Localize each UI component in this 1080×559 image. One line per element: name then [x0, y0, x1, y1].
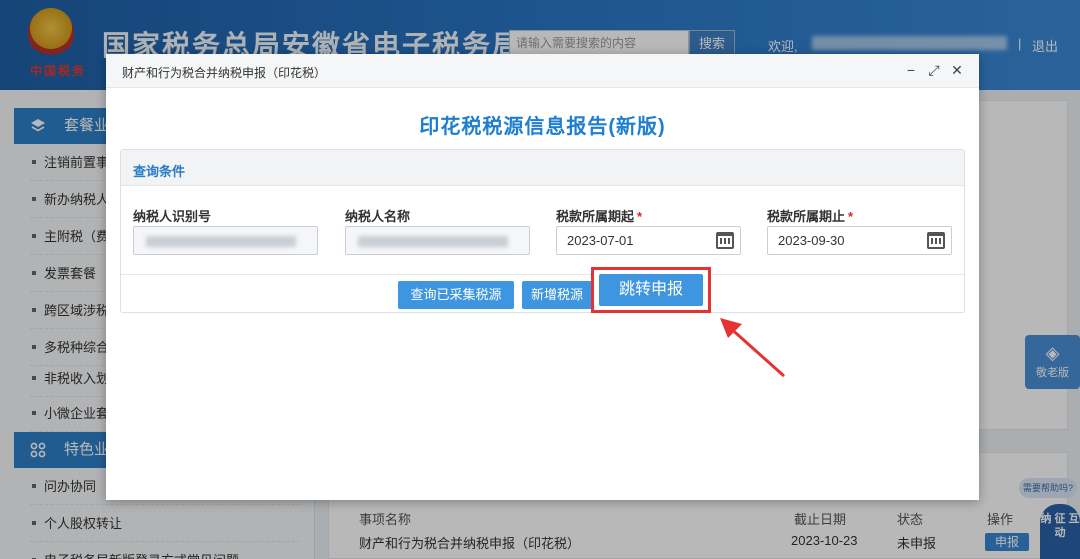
- period-end-value: 2023-09-30: [778, 233, 845, 248]
- query-section-label: 查询条件: [133, 164, 186, 179]
- period-start-date-field[interactable]: 2023-07-01: [556, 226, 741, 255]
- required-mark: *: [848, 209, 854, 224]
- jump-declare-button[interactable]: 跳转申报: [599, 274, 703, 306]
- minimize-icon[interactable]: −: [903, 62, 919, 78]
- taxpayer-id-field[interactable]: [133, 226, 318, 255]
- modal-title: 财产和行为税合并纳税申报（印花税）: [122, 66, 327, 80]
- close-icon[interactable]: ✕: [949, 62, 965, 78]
- add-tax-source-button[interactable]: 新增税源: [522, 281, 592, 309]
- taxpayer-id-label: 纳税人识别号: [133, 209, 212, 224]
- declaration-modal: 财产和行为税合并纳税申报（印花税） − ⤢ ✕ 印花税税源信息报告(新版) 查询…: [106, 54, 979, 500]
- query-collected-sources-button[interactable]: 查询已采集税源: [398, 281, 514, 309]
- required-mark: *: [637, 209, 643, 224]
- period-end-date-field[interactable]: 2023-09-30: [767, 226, 952, 255]
- redacted-value: [358, 236, 508, 247]
- period-start-label: 税款所属期起 *: [556, 209, 643, 224]
- taxpayer-name-label: 纳税人名称: [345, 209, 411, 224]
- period-start-value: 2023-07-01: [567, 233, 634, 248]
- divider: [121, 274, 964, 275]
- query-panel-header: 查询条件: [121, 150, 964, 186]
- calendar-icon[interactable]: [927, 232, 945, 249]
- redacted-value: [146, 236, 296, 247]
- query-panel: 查询条件 纳税人识别号 纳税人名称 税款所属期起 * 2023-07-01 税款所…: [120, 149, 965, 313]
- calendar-icon[interactable]: [716, 232, 734, 249]
- jump-declare-highlight: 跳转申报: [591, 267, 711, 313]
- period-end-label: 税款所属期止 *: [767, 209, 854, 224]
- taxpayer-name-field[interactable]: [345, 226, 530, 255]
- modal-header: 财产和行为税合并纳税申报（印花税） − ⤢ ✕: [106, 54, 979, 88]
- pointer-arrow-icon: [720, 318, 785, 378]
- maximize-icon[interactable]: ⤢: [926, 62, 942, 78]
- report-title: 印花税税源信息报告(新版): [419, 116, 666, 138]
